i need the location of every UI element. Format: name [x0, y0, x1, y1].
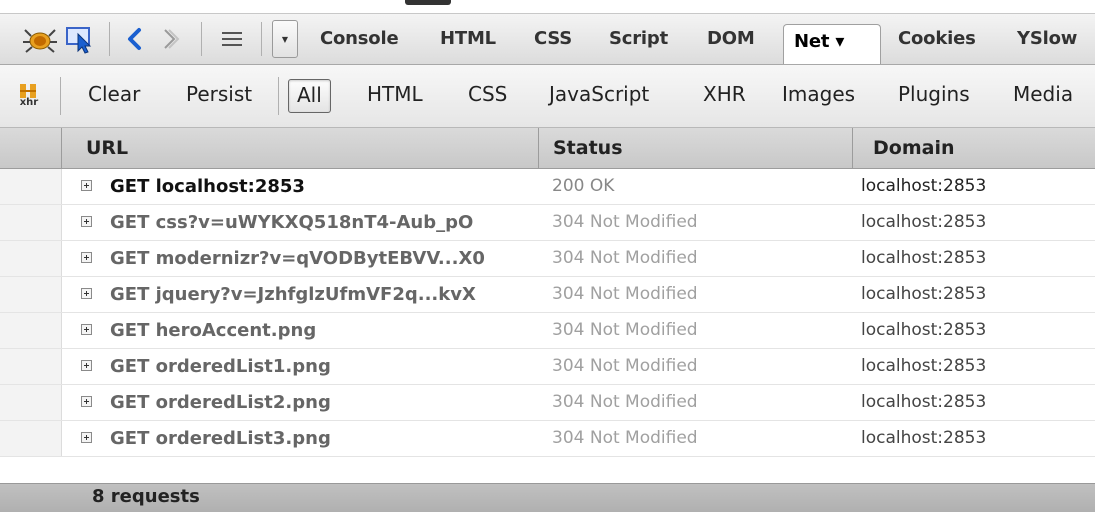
- expand-icon[interactable]: [81, 432, 92, 443]
- request-domain: localhost:2853: [861, 320, 987, 340]
- column-header-url[interactable]: URL: [86, 128, 128, 168]
- table-row[interactable]: GET css?v=uWYKXQ518nT4-Aub_pO 304 Not Mo…: [0, 205, 1095, 241]
- request-status: 304 Not Modified: [552, 212, 698, 232]
- header-separator: [538, 128, 539, 168]
- row-gutter: [0, 205, 62, 240]
- request-domain: localhost:2853: [861, 212, 987, 232]
- request-status: 200 OK: [552, 176, 615, 196]
- request-domain: localhost:2853: [861, 176, 987, 196]
- row-gutter: [0, 349, 62, 384]
- filter-all[interactable]: All: [288, 79, 331, 113]
- tab-yslow[interactable]: YSlow: [1017, 28, 1077, 49]
- request-url[interactable]: GET orderedList2.png: [110, 385, 331, 420]
- tab-dom[interactable]: DOM: [707, 28, 755, 49]
- request-list: GET localhost:2853 200 OK localhost:2853…: [0, 169, 1095, 457]
- row-gutter: [0, 277, 62, 312]
- toolbar-separator: [109, 22, 110, 56]
- row-gutter: [0, 421, 62, 456]
- request-url[interactable]: GET orderedList3.png: [110, 421, 331, 456]
- tab-script[interactable]: Script: [609, 28, 668, 49]
- request-url[interactable]: GET heroAccent.png: [110, 313, 316, 348]
- request-domain: localhost:2853: [861, 428, 987, 448]
- toolbar-separator: [278, 77, 279, 115]
- inspect-icon[interactable]: [64, 24, 96, 54]
- expand-icon[interactable]: [81, 180, 92, 191]
- expand-icon[interactable]: [81, 324, 92, 335]
- row-gutter: [0, 241, 62, 276]
- table-row[interactable]: GET orderedList1.png 304 Not Modified lo…: [0, 349, 1095, 385]
- request-url[interactable]: GET jquery?v=JzhfglzUfmVF2q...kvX: [110, 277, 476, 312]
- request-domain: localhost:2853: [861, 392, 987, 412]
- tab-net[interactable]: Net ▾: [783, 24, 881, 64]
- request-status: 304 Not Modified: [552, 356, 698, 376]
- request-url[interactable]: GET modernizr?v=qVODBytEBVV...X0: [110, 241, 485, 276]
- expand-icon[interactable]: [81, 216, 92, 227]
- filter-xhr[interactable]: XHR: [703, 82, 746, 106]
- expand-icon[interactable]: [81, 396, 92, 407]
- request-status: 304 Not Modified: [552, 248, 698, 268]
- xhr-icon-label: xhr: [19, 97, 39, 108]
- forward-icon[interactable]: [156, 24, 184, 54]
- request-status: 304 Not Modified: [552, 320, 698, 340]
- expand-icon[interactable]: [81, 288, 92, 299]
- table-row[interactable]: GET orderedList2.png 304 Not Modified lo…: [0, 385, 1095, 421]
- table-row[interactable]: GET heroAccent.png 304 Not Modified loca…: [0, 313, 1095, 349]
- table-row[interactable]: GET localhost:2853 200 OK localhost:2853: [0, 169, 1095, 205]
- request-domain: localhost:2853: [861, 356, 987, 376]
- tab-css[interactable]: CSS: [534, 28, 572, 49]
- expand-icon[interactable]: [81, 360, 92, 371]
- row-gutter: [0, 169, 62, 204]
- request-url[interactable]: GET css?v=uWYKXQ518nT4-Aub_pO: [110, 205, 473, 240]
- xhr-icon[interactable]: xhr: [14, 79, 44, 111]
- filter-media[interactable]: Media: [1013, 82, 1073, 106]
- header-separator: [61, 128, 62, 168]
- expand-icon[interactable]: [81, 252, 92, 263]
- table-row[interactable]: GET modernizr?v=qVODBytEBVV...X0 304 Not…: [0, 241, 1095, 277]
- filter-plugins[interactable]: Plugins: [898, 82, 970, 106]
- main-toolbar: ▼ Console HTML CSS Script DOM Net ▾ Cook…: [0, 14, 1095, 65]
- firebug-icon[interactable]: [22, 24, 58, 54]
- window-notch: [405, 0, 451, 5]
- table-row[interactable]: GET orderedList3.png 304 Not Modified lo…: [0, 421, 1095, 457]
- clear-button[interactable]: Clear: [88, 82, 140, 106]
- filter-html[interactable]: HTML: [367, 82, 423, 106]
- request-domain: localhost:2853: [861, 248, 987, 268]
- table-row[interactable]: GET jquery?v=JzhfglzUfmVF2q...kvX 304 No…: [0, 277, 1095, 313]
- request-domain: localhost:2853: [861, 284, 987, 304]
- toolbar-separator: [201, 22, 202, 56]
- filter-css[interactable]: CSS: [468, 82, 507, 106]
- tab-cookies[interactable]: Cookies: [898, 28, 976, 49]
- toolbar-separator: [261, 22, 262, 56]
- net-filter-toolbar: xhr Clear Persist All HTML CSS JavaScrip…: [0, 65, 1095, 128]
- tab-console[interactable]: Console: [320, 28, 399, 49]
- request-url[interactable]: GET orderedList1.png: [110, 349, 331, 384]
- column-header-domain[interactable]: Domain: [873, 128, 954, 168]
- request-count: 8 requests: [92, 486, 200, 507]
- row-gutter: [0, 385, 62, 420]
- filter-javascript[interactable]: JavaScript: [549, 82, 649, 106]
- filter-images[interactable]: Images: [782, 82, 855, 106]
- request-status: 304 Not Modified: [552, 428, 698, 448]
- back-icon[interactable]: [120, 24, 148, 54]
- column-header-status[interactable]: Status: [553, 128, 623, 168]
- request-url[interactable]: GET localhost:2853: [110, 169, 305, 204]
- request-status: 304 Not Modified: [552, 392, 698, 412]
- dropdown-icon[interactable]: ▼: [272, 20, 298, 58]
- persist-button[interactable]: Persist: [186, 82, 252, 106]
- row-gutter: [0, 313, 62, 348]
- header-separator: [852, 128, 853, 168]
- toolbar-separator: [60, 77, 61, 115]
- request-status: 304 Not Modified: [552, 284, 698, 304]
- menu-icon[interactable]: [216, 24, 250, 54]
- table-header: URL Status Domain: [0, 128, 1095, 169]
- summary-footer: 8 requests: [0, 483, 1095, 512]
- tab-html[interactable]: HTML: [440, 28, 496, 49]
